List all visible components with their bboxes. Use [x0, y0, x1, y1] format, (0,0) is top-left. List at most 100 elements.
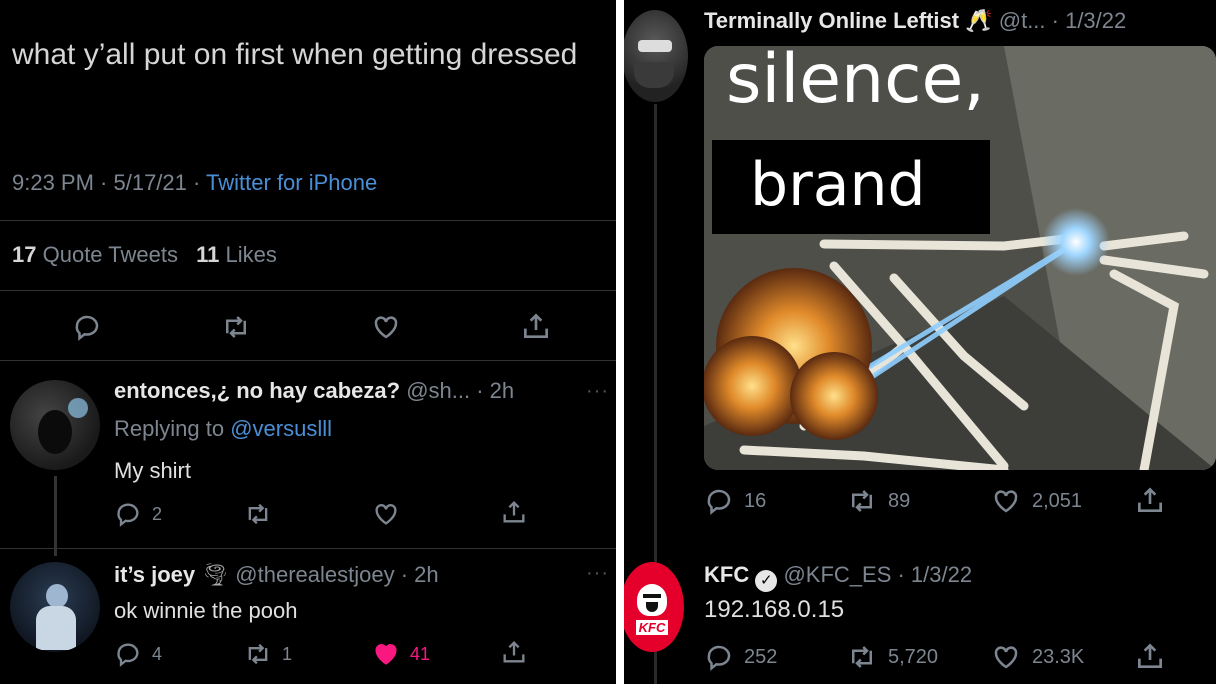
replying-to-handle[interactable]: @versuslll: [230, 416, 332, 441]
retweet-icon: [248, 503, 268, 525]
divider: [0, 360, 616, 361]
meme-image[interactable]: silence, brand: [704, 46, 1216, 470]
kfc-avatar[interactable]: KFC: [624, 562, 684, 652]
tweet-header: KFC ✓ @KFC_ES · 1/3/22: [704, 562, 972, 592]
share-button[interactable]: [500, 498, 528, 526]
retweet-count: 89: [888, 489, 911, 512]
reply-author-name[interactable]: it’s joey: [114, 562, 195, 587]
retweet-count: 1: [282, 643, 293, 664]
share-icon: [1138, 487, 1162, 512]
tweet-source-link[interactable]: Twitter for iPhone: [206, 170, 377, 195]
retweet-count: 5,720: [888, 645, 939, 668]
reply-button[interactable]: 252: [704, 642, 777, 672]
retweet-button[interactable]: 1: [244, 640, 292, 668]
reply-text: My shirt: [114, 458, 191, 483]
meme-caption-box: brand: [712, 140, 990, 234]
like-button[interactable]: [370, 312, 402, 342]
author-name[interactable]: KFC: [704, 562, 749, 587]
heart-icon: [994, 490, 1018, 513]
replying-to: Replying to @versuslll: [114, 416, 332, 442]
retweet-icon: [248, 643, 268, 665]
reply-icon: [707, 489, 731, 515]
reply-text: ok winnie the pooh: [114, 598, 298, 623]
share-icon: [503, 641, 525, 663]
retweet-button[interactable]: 5,720: [846, 642, 938, 672]
meme-caption-brand: brand: [750, 150, 926, 220]
reply-header: entonces,¿ no hay cabeza? @sh... · 2h: [114, 378, 514, 404]
reply-avatar[interactable]: [10, 380, 100, 470]
like-button[interactable]: [372, 500, 400, 528]
reply-button[interactable]: [72, 312, 102, 342]
tornado-emoji-icon: 🌪: [201, 562, 230, 587]
tweet-header: Terminally Online Leftist 🥂 @t... · 1/3/…: [704, 8, 1126, 34]
author-handle[interactable]: @KFC_ES · 1/3/22: [783, 562, 972, 587]
thread-line: [54, 476, 57, 556]
tweet-text: 192.168.0.15: [704, 596, 845, 623]
reply-count: 16: [744, 489, 767, 512]
tweet-stats: 17 Quote Tweets 11 Likes: [12, 242, 277, 268]
like-count: 23.3K: [1032, 645, 1085, 668]
reply-author-handle[interactable]: @sh... · 2h: [406, 378, 514, 403]
retweet-button[interactable]: [244, 500, 272, 528]
reply-header: it’s joey 🌪 @therealestjoey · 2h: [114, 562, 439, 588]
reply-avatar[interactable]: [10, 562, 100, 652]
like-count: 2,051: [1032, 489, 1083, 512]
author-handle[interactable]: @t... · 1/3/22: [999, 8, 1127, 33]
reply-icon: [75, 315, 99, 341]
colonel-logo-icon: [637, 583, 667, 616]
right-screenshot-panel: Terminally Online Leftist 🥂 @t... · 1/3/…: [624, 0, 1216, 684]
kfc-logo-text: KFC: [635, 619, 669, 635]
reply-author-handle[interactable]: @therealestjoey · 2h: [235, 562, 438, 587]
reply-count: 252: [744, 645, 778, 668]
share-icon: [524, 313, 548, 338]
replying-prefix: Replying to: [114, 416, 231, 441]
panel-divider: [616, 0, 624, 684]
share-icon: [503, 501, 525, 523]
author-avatar[interactable]: [624, 10, 688, 102]
like-button[interactable]: 2,051: [990, 486, 1082, 516]
like-count: 41: [410, 643, 431, 664]
more-options-icon[interactable]: ···: [586, 562, 609, 585]
like-count[interactable]: 11: [196, 242, 219, 267]
reply-author-name[interactable]: entonces,¿ no hay cabeza?: [114, 378, 400, 403]
reply-icon: [117, 503, 139, 527]
heart-icon: [374, 316, 398, 339]
divider: [0, 548, 616, 549]
reply-button[interactable]: 2: [114, 500, 162, 528]
reply-count: 2: [152, 503, 163, 524]
reply-icon: [117, 643, 139, 667]
quote-label[interactable]: Quote Tweets: [43, 242, 178, 267]
meme-caption-top: silence,: [726, 46, 985, 119]
like-button[interactable]: 41: [372, 640, 430, 668]
share-button[interactable]: [520, 310, 552, 342]
heart-icon: [994, 646, 1018, 669]
left-screenshot-panel: what y’all put on first when getting dre…: [0, 0, 616, 684]
retweet-button[interactable]: [220, 312, 252, 342]
retweet-button[interactable]: 89: [846, 486, 910, 516]
reply-icon: [707, 645, 731, 671]
verified-badge-icon: ✓: [755, 570, 778, 592]
share-icon: [1138, 643, 1162, 668]
like-label[interactable]: Likes: [225, 242, 276, 267]
divider: [0, 220, 616, 221]
share-button[interactable]: [500, 638, 528, 666]
divider: [0, 290, 616, 291]
reply-button[interactable]: 16: [704, 486, 766, 516]
retweet-icon: [852, 646, 872, 668]
retweet-icon: [852, 490, 872, 512]
reply-count: 4: [152, 643, 163, 664]
share-button[interactable]: [1134, 640, 1166, 672]
tweet-time: 9:23 PM · 5/17/21 ·: [12, 170, 207, 195]
retweet-icon: [226, 316, 246, 338]
heart-icon: [375, 504, 397, 525]
share-button[interactable]: [1134, 484, 1166, 516]
author-name[interactable]: Terminally Online Leftist: [704, 8, 959, 33]
champagne-emoji-icon: 🥂: [965, 8, 993, 33]
quote-count[interactable]: 17: [12, 242, 36, 267]
reply-button[interactable]: 4: [114, 640, 162, 668]
more-options-icon[interactable]: ···: [586, 380, 609, 403]
tweet-timestamp: 9:23 PM · 5/17/21 · Twitter for iPhone: [12, 170, 377, 196]
like-button[interactable]: 23.3K: [990, 642, 1084, 672]
heart-filled-icon: [375, 644, 397, 665]
main-tweet-text: what y’all put on first when getting dre…: [12, 38, 578, 71]
